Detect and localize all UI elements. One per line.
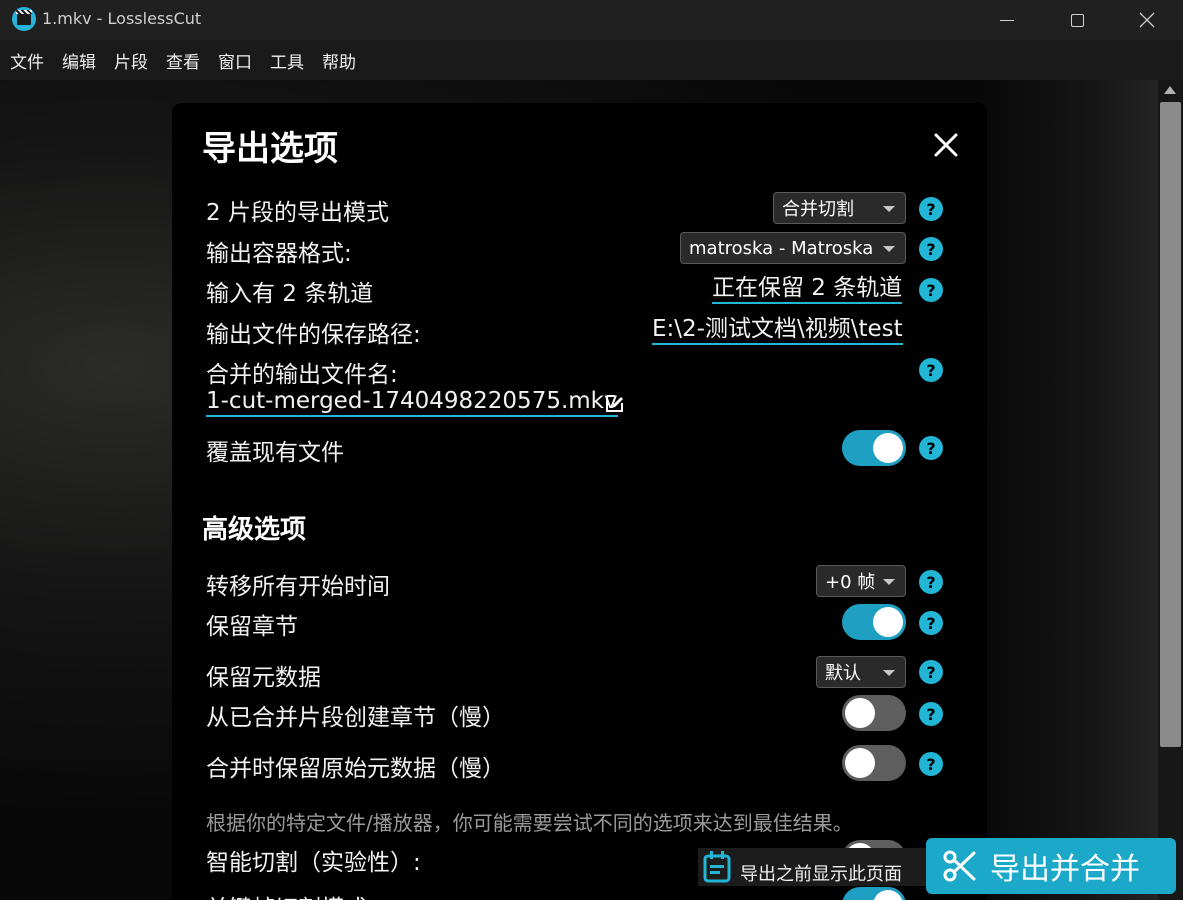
shift-start-value: +0 帧 [825,572,876,593]
help-icon[interactable]: ? [919,660,943,684]
help-icon[interactable]: ? [919,436,943,460]
merged-filename-label: 合并的输出文件名: [206,362,398,388]
window-title: 1.mkv - LosslessCut [42,9,202,28]
show-page-label: 导出之前显示此页面 [740,864,902,885]
title-bar: 1.mkv - LosslessCut [0,0,1183,40]
help-icon[interactable]: ? [919,358,943,382]
tracks-label: 输入有 2 条轨道 [206,281,374,307]
app-clapperboard-icon [12,7,36,31]
minimize-button[interactable] [972,0,1042,40]
help-icon[interactable]: ? [919,570,943,594]
keep-metadata-label: 保留元数据 [206,665,321,691]
maximize-button[interactable] [1042,0,1112,40]
create-chapters-label: 从已合并片段创建章节（慢） [206,705,505,731]
help-icon[interactable]: ? [919,278,943,302]
preserve-metadata-merge-label: 合并时保留原始元数据（慢） [206,756,505,782]
menu-help[interactable]: 帮助 [322,48,356,73]
container-format-value: matroska - Matroska [689,237,874,259]
chevron-down-icon [883,246,895,252]
save-path-label: 输出文件的保存路径: [206,322,421,348]
overwrite-toggle[interactable] [842,430,906,466]
toggle-knob [873,890,903,900]
dialog-title: 导出选项 [202,129,338,169]
keyframe-cut-label: 关键帧切割模式 [206,889,367,900]
maximize-icon [1070,13,1084,27]
help-icon[interactable]: ? [919,611,943,635]
help-icon[interactable]: ? [919,702,943,726]
help-icon[interactable]: ? [919,752,943,776]
container-format-select[interactable]: matroska - Matroska [680,232,906,264]
keyframe-cut-toggle[interactable] [842,887,906,900]
keep-chapters-label: 保留章节 [206,614,298,640]
preserve-metadata-merge-toggle[interactable] [842,745,906,781]
show-page-before-export-checkbox[interactable]: 导出之前显示此页面 [698,848,928,886]
smart-cut-label: 智能切割（实验性）: [206,850,421,876]
shift-start-label: 转移所有开始时间 [206,574,390,600]
export-merge-button[interactable]: 导出并合并 [926,838,1176,894]
keep-metadata-select[interactable]: 默认 [816,656,906,688]
advanced-options-title: 高级选项 [202,515,307,545]
dialog-close-icon[interactable] [930,129,962,161]
toggle-knob [873,607,903,637]
scissors-icon [943,850,976,882]
toggle-knob [845,698,875,728]
scroll-thumb[interactable] [1160,102,1181,747]
calendar-icon [703,851,731,883]
export-mode-label: 2 片段的导出模式 [206,200,389,226]
menu-view[interactable]: 查看 [166,48,200,73]
help-icon[interactable]: ? [919,237,943,261]
toggle-knob [845,748,875,778]
menu-window[interactable]: 窗口 [218,48,252,73]
keep-chapters-toggle[interactable] [842,604,906,640]
minimize-icon [1000,19,1014,21]
overwrite-label: 覆盖现有文件 [206,440,344,466]
chevron-down-icon [883,579,895,585]
export-mode-value: 合并切割 [782,199,854,220]
tracks-link[interactable]: 正在保留 2 条轨道 [712,274,903,304]
menu-edit[interactable]: 编辑 [62,48,96,73]
help-icon[interactable]: ? [919,197,943,221]
edit-icon[interactable] [604,392,626,414]
create-chapters-toggle[interactable] [842,695,906,731]
close-icon [1139,12,1155,28]
merged-filename-link[interactable]: 1-cut-merged-1740498220575.mkv [206,387,618,417]
keep-metadata-value: 默认 [825,663,861,684]
scroll-up-arrow-icon[interactable] [1164,86,1176,94]
save-path-link[interactable]: E:\2-测试文档\视频\test [652,315,903,345]
menu-file[interactable]: 文件 [10,48,44,73]
export-mode-select[interactable]: 合并切割 [773,192,906,224]
menu-segments[interactable]: 片段 [114,48,148,73]
tip-note: 根据你的特定文件/播放器，你可能需要尝试不同的选项来达到最佳结果。 [206,811,853,835]
scrollbar[interactable] [1158,80,1183,900]
close-window-button[interactable] [1112,0,1182,40]
export-options-dialog: 导出选项 2 片段的导出模式 合并切割 ? 输出容器格式: matroska -… [172,103,987,900]
menu-tools[interactable]: 工具 [270,48,304,73]
chevron-down-icon [883,206,895,212]
shift-start-select[interactable]: +0 帧 [816,565,906,597]
toggle-knob [873,433,903,463]
container-format-label: 输出容器格式: [206,241,352,267]
chevron-down-icon [883,670,895,676]
export-merge-label: 导出并合并 [990,852,1140,887]
menu-bar: 文件 编辑 片段 查看 窗口 工具 帮助 [0,40,1183,80]
